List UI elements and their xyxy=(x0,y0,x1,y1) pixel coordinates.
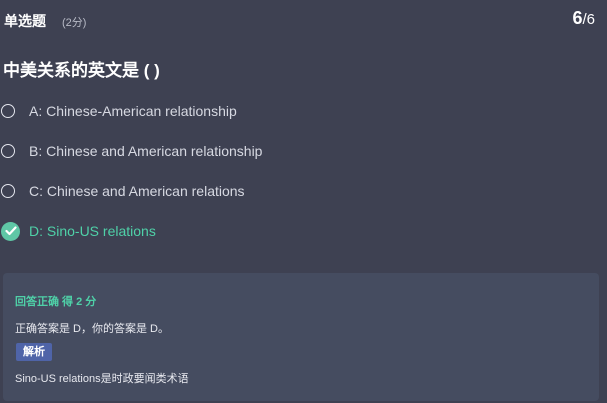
option-d[interactable]: D: Sino-US relations xyxy=(1,220,156,242)
analysis-text: Sino-US relations是时政要闻类术语 xyxy=(15,373,189,385)
radio-unchecked-icon[interactable] xyxy=(1,104,15,118)
checkmark-icon xyxy=(4,226,17,236)
question-progress: 6/6 xyxy=(572,8,595,29)
option-a-label: A: Chinese-American relationship xyxy=(29,103,237,119)
result-title: 回答正确 得 2 分 xyxy=(15,296,97,308)
check-circle-icon[interactable] xyxy=(1,221,20,241)
progress-total: 6 xyxy=(586,11,595,28)
radio-unchecked-icon[interactable] xyxy=(1,144,15,158)
answer-explanation: 正确答案是 D，你的答案是 D。 xyxy=(15,323,169,335)
question-text: 中美关系的英文是 ( ) xyxy=(3,61,160,80)
option-b[interactable]: B: Chinese and American relationship xyxy=(1,140,262,162)
option-d-label: D: Sino-US relations xyxy=(29,223,156,239)
option-b-label: B: Chinese and American relationship xyxy=(29,143,263,159)
question-score: (2分) xyxy=(62,17,87,29)
option-c[interactable]: C: Chinese and American relations xyxy=(1,180,245,202)
question-type-label: 单选题 xyxy=(4,13,46,29)
option-c-label: C: Chinese and American relations xyxy=(29,183,245,199)
radio-unchecked-icon[interactable] xyxy=(1,184,15,198)
analysis-badge: 解析 xyxy=(16,343,52,361)
progress-current: 6 xyxy=(572,8,583,28)
question-header: 单选题 (2分) 6/6 xyxy=(4,8,595,34)
option-a[interactable]: A: Chinese-American relationship xyxy=(1,100,237,122)
result-panel: 回答正确 得 2 分 正确答案是 D，你的答案是 D。 解析 Sino-US r… xyxy=(3,273,599,401)
